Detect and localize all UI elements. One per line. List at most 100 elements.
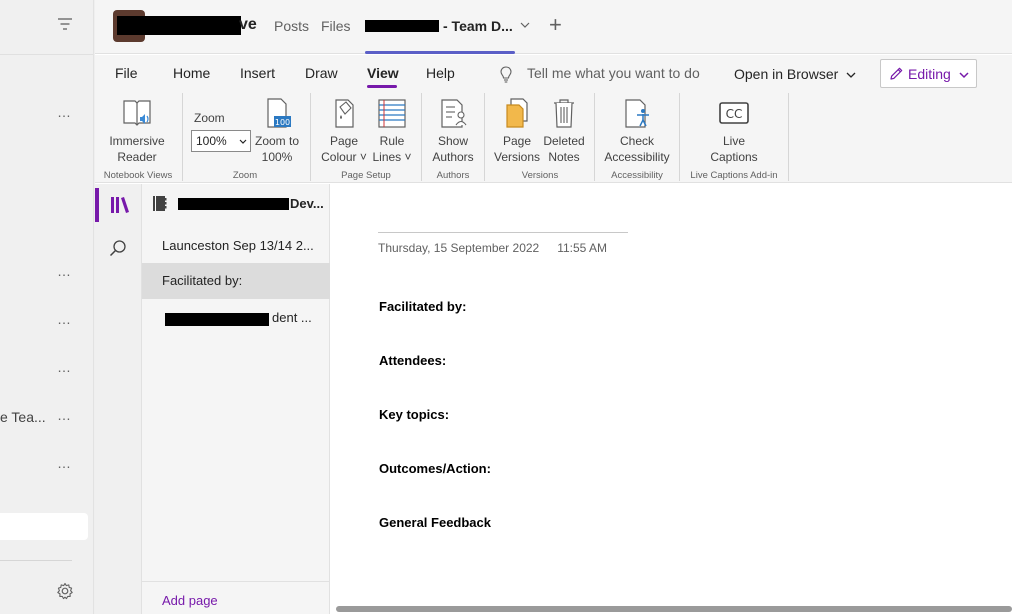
page-colour-button[interactable]: Page Colour ˅ [319, 97, 369, 165]
gear-icon[interactable] [56, 582, 74, 600]
channel-label[interactable]: e Tea... [0, 409, 46, 425]
chevron-down-icon[interactable] [846, 70, 856, 80]
group-separator [679, 93, 680, 181]
redaction [178, 198, 289, 210]
tab-posts[interactable]: Posts [274, 18, 309, 34]
page-versions-button[interactable]: Page Versions [492, 97, 542, 165]
check-accessibility-button[interactable]: Check Accessibility [601, 97, 673, 165]
team-name: ve [239, 16, 257, 33]
group-label-zoom: Zoom [232, 170, 258, 181]
show-authors-button[interactable]: Show Authors [428, 97, 478, 165]
notebook-header[interactable]: Dev... [142, 184, 330, 224]
more-options-icon[interactable]: … [57, 263, 72, 279]
ribbon-tab-insert[interactable]: Insert [240, 65, 275, 81]
redaction [365, 20, 439, 32]
group-separator [182, 93, 183, 181]
page-title-field[interactable] [378, 232, 628, 233]
zoom-to-100-label-2: 100% [261, 150, 293, 164]
group-separator [594, 93, 595, 181]
filter-icon[interactable] [57, 17, 73, 31]
more-options-icon[interactable]: … [57, 407, 72, 423]
chevron-down-icon[interactable] [520, 20, 530, 30]
page-colour-label-2: Colour ˅ [321, 150, 367, 164]
group-label-versions: Versions [521, 170, 559, 181]
zoom-to-100-label-1: Zoom to [254, 134, 299, 148]
group-separator [310, 93, 311, 181]
live-captions-label-2: Captions [710, 150, 758, 164]
notebook-title: Dev... [290, 196, 324, 211]
immersive-reader-label-2: Reader [117, 150, 157, 164]
notebook-nav-rail [95, 184, 142, 614]
group-separator [788, 93, 789, 181]
zoom-value: 100% [196, 134, 227, 148]
ribbon-tab-home[interactable]: Home [173, 65, 210, 81]
tab-files[interactable]: Files [321, 18, 351, 34]
check-accessibility-label-2: Accessibility [604, 150, 670, 164]
ribbon-tab-view[interactable]: View [367, 65, 399, 81]
ribbon-tab-draw[interactable]: Draw [305, 65, 338, 81]
page-timestamp: Thursday, 15 September 2022 11:55 AM [378, 241, 625, 255]
active-ribbon-tab-indicator [367, 85, 397, 88]
page-versions-label-2: Versions [493, 150, 541, 164]
note-heading[interactable]: Key topics: [379, 407, 449, 422]
tell-me-search[interactable]: Tell me what you want to do [527, 65, 700, 81]
page-date: Thursday, 15 September 2022 [378, 241, 540, 255]
onenote-ribbon: File Home Insert Draw View Help Tell me … [95, 55, 1012, 183]
ribbon-tab-file[interactable]: File [115, 65, 138, 81]
more-options-icon[interactable]: … [57, 104, 72, 120]
redaction [165, 313, 269, 326]
tab-onenote[interactable]: - Team D... [443, 18, 513, 34]
rule-lines-label-2: Lines ˅ [372, 150, 412, 164]
pencil-icon [890, 67, 903, 80]
svg-text:CC: CC [726, 107, 743, 121]
group-label-live-captions: Live Captions Add-in [690, 170, 778, 181]
chevron-down-icon [239, 139, 247, 144]
trash-icon [554, 99, 574, 128]
zoom-to-100-button[interactable]: 100 Zoom to 100% [252, 97, 302, 165]
selected-channel-row[interactable] [0, 513, 88, 540]
rule-lines-icon [378, 99, 406, 128]
deleted-notes-label-1: Deleted [543, 134, 585, 148]
page-versions-label-1: Page [502, 134, 532, 148]
notebooks-icon[interactable] [110, 196, 130, 214]
accessibility-icon [625, 99, 649, 128]
search-icon[interactable] [109, 239, 127, 257]
note-heading[interactable]: Facilitated by: [379, 299, 466, 314]
redaction [117, 16, 241, 35]
chevron-down-icon [959, 72, 969, 79]
ribbon-tab-help[interactable]: Help [426, 65, 455, 81]
editing-label: Editing [908, 66, 951, 82]
note-heading[interactable]: General Feedback [379, 515, 491, 530]
immersive-reader-button[interactable]: Immersive Reader [107, 97, 167, 165]
rule-lines-button[interactable]: Rule Lines ˅ [367, 97, 417, 165]
deleted-notes-button[interactable]: Deleted Notes [539, 97, 589, 165]
show-authors-label-1: Show [437, 134, 469, 148]
group-separator [421, 93, 422, 181]
page-item[interactable]: Launceston Sep 13/14 2... [142, 228, 330, 264]
live-captions-button[interactable]: CC Live Captions [699, 97, 769, 165]
zoom-page-icon: 100 [267, 98, 291, 128]
more-options-icon[interactable]: … [57, 311, 72, 327]
note-heading[interactable]: Outcomes/Action: [379, 461, 491, 476]
page-colour-label-1: Page [329, 134, 359, 148]
page-time: 11:55 AM [557, 241, 608, 255]
note-canvas[interactable]: Thursday, 15 September 2022 11:55 AM Faci… [330, 184, 1012, 614]
check-accessibility-label-1: Check [619, 134, 654, 148]
zoom-select[interactable]: 100% [191, 130, 251, 152]
page-colour-icon [335, 99, 354, 128]
selected-indicator [95, 188, 99, 222]
group-separator [484, 93, 485, 181]
show-authors-label-2: Authors [432, 150, 474, 164]
zoom-label: Zoom [194, 111, 225, 125]
open-in-browser-button[interactable]: Open in Browser [734, 66, 838, 82]
add-tab-button[interactable]: + [549, 12, 562, 38]
more-options-icon[interactable]: … [57, 359, 72, 375]
note-heading[interactable]: Attendees: [379, 353, 446, 368]
horizontal-scrollbar[interactable] [336, 606, 1012, 612]
immersive-reader-label-1: Immersive [109, 134, 165, 148]
add-page-button[interactable]: Add page [162, 593, 218, 608]
page-item-selected[interactable]: Facilitated by: [142, 263, 330, 299]
editing-mode-button[interactable]: Editing [880, 59, 977, 88]
notebook-icon [153, 196, 167, 211]
more-options-icon[interactable]: … [57, 455, 72, 471]
